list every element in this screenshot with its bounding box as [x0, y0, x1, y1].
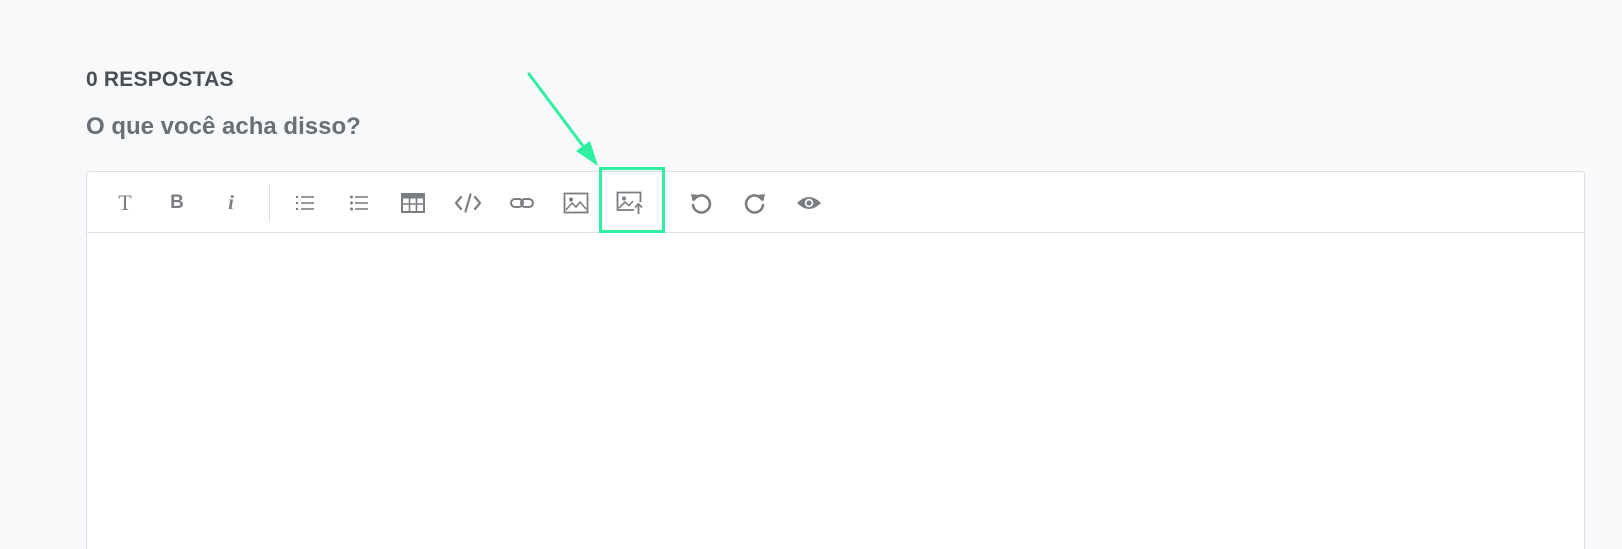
redo-icon: [744, 194, 765, 214]
redo-button[interactable]: [737, 185, 773, 221]
image-icon: [563, 192, 589, 214]
code-icon: [454, 193, 482, 213]
unordered-list-button[interactable]: [341, 185, 377, 221]
markdown-editor: T B i: [86, 171, 1585, 549]
table-icon: [401, 193, 425, 213]
editor-toolbar: T B i: [87, 172, 1584, 233]
page: 0 RESPOSTAS O que você acha disso? T B i: [0, 0, 1622, 549]
code-button[interactable]: [450, 185, 486, 221]
table-button[interactable]: [395, 185, 431, 221]
preview-button[interactable]: [791, 185, 827, 221]
undo-button[interactable]: [683, 185, 719, 221]
italic-button[interactable]: i: [213, 185, 249, 221]
unordered-list-icon: [350, 195, 368, 211]
link-button[interactable]: [504, 185, 540, 221]
ordered-list-icon: [296, 196, 314, 210]
image-button[interactable]: [558, 185, 594, 221]
toolbar-divider: [269, 184, 270, 222]
responses-count: 0 RESPOSTAS: [86, 68, 234, 91]
image-upload-button[interactable]: [612, 185, 648, 221]
text-icon: T: [118, 190, 132, 215]
ordered-list-button[interactable]: [287, 185, 323, 221]
undo-icon: [691, 194, 712, 214]
annotation-arrow: [527, 72, 598, 166]
text-button[interactable]: T: [107, 185, 143, 221]
italic-icon: i: [228, 191, 234, 214]
link-icon: [510, 198, 534, 208]
bold-button[interactable]: B: [159, 185, 195, 221]
image-upload-icon: [616, 191, 643, 214]
editor-textarea[interactable]: [87, 233, 1584, 549]
preview-eye-icon: [797, 197, 821, 209]
prompt-heading: O que você acha disso?: [86, 113, 361, 140]
bold-icon: B: [170, 192, 184, 213]
